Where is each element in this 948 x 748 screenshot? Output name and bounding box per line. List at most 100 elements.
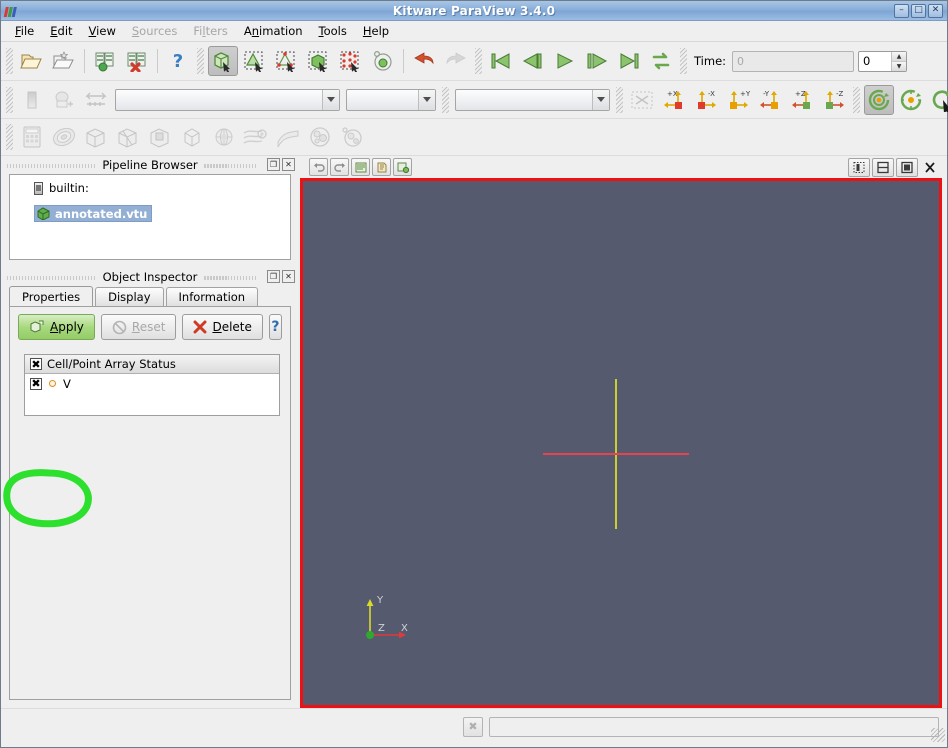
recent-files-button[interactable]	[49, 46, 79, 76]
menu-edit[interactable]: Edit	[42, 22, 80, 40]
select-cells-through-button[interactable]	[304, 46, 334, 76]
connect-server-button[interactable]	[90, 46, 120, 76]
show-center-axes-button[interactable]	[351, 158, 370, 176]
tab-information[interactable]: Information	[166, 287, 259, 306]
disconnect-server-button[interactable]	[122, 46, 152, 76]
resize-grip-icon[interactable]	[931, 728, 945, 742]
menu-help[interactable]: Help	[355, 22, 397, 40]
orientation-y-label: Y	[377, 595, 383, 606]
play-button[interactable]	[550, 46, 580, 76]
camera-plus-y-button[interactable]: +Y	[723, 85, 753, 115]
toolbar-grip[interactable]	[853, 87, 860, 113]
camera-plus-x-button[interactable]: +X	[659, 85, 689, 115]
close-icon[interactable]: ✕	[282, 270, 295, 283]
pipeline-browser-buttons: ❐ ✕	[267, 158, 295, 171]
select-block-button[interactable]	[336, 46, 366, 76]
frame-index-down-button[interactable]: ▼	[892, 62, 906, 71]
chevron-down-icon[interactable]	[418, 90, 435, 110]
rotate-90-ccw-button[interactable]	[864, 85, 894, 115]
close-icon[interactable]: ✕	[282, 158, 295, 171]
properties-help-button[interactable]: ?	[269, 314, 282, 340]
frame-index-steppers[interactable]: ▲ ▼	[891, 52, 906, 71]
color-array-combo[interactable]	[115, 89, 340, 111]
toolbar-grip[interactable]	[197, 48, 204, 74]
pipeline-server-row[interactable]: builtin:	[12, 179, 288, 197]
frame-index-up-button[interactable]: ▲	[892, 52, 906, 62]
close-view-button[interactable]	[920, 158, 939, 176]
stream-tracer-button	[241, 122, 271, 152]
toolbar-grip[interactable]	[475, 48, 482, 74]
first-frame-button[interactable]	[486, 46, 516, 76]
reset-center-button[interactable]	[393, 158, 412, 176]
select-custom-button[interactable]	[368, 46, 398, 76]
camera-minus-x-button[interactable]: -X	[691, 85, 721, 115]
next-frame-button[interactable]	[582, 46, 612, 76]
array-status-header-checkbox[interactable]: ✖	[30, 358, 42, 370]
undo-button[interactable]	[409, 46, 439, 76]
pipeline-source-item[interactable]: annotated.vtu	[34, 205, 152, 222]
tab-display[interactable]: Display	[95, 287, 163, 306]
camera-minus-z-button[interactable]: -Z	[819, 85, 849, 115]
chevron-down-icon[interactable]	[592, 90, 609, 110]
help-button[interactable]: ?	[163, 46, 193, 76]
rotate-90-cw-button[interactable]	[928, 85, 948, 115]
component-combo[interactable]	[346, 89, 436, 111]
orientation-axes-widget[interactable]: Y Z X	[361, 591, 417, 643]
toolbar-grip[interactable]	[442, 87, 449, 113]
toolbar-grip[interactable]	[6, 87, 13, 113]
menu-animation[interactable]: Animation	[236, 22, 311, 40]
previous-frame-button[interactable]	[518, 46, 548, 76]
left-dock-column: Pipeline Browser ❐ ✕ builtin:	[1, 156, 299, 708]
time-input[interactable]: 0	[732, 51, 854, 72]
redo-camera-button[interactable]	[330, 158, 349, 176]
clip-filter-button	[81, 122, 111, 152]
tab-properties[interactable]: Properties	[9, 286, 93, 306]
undock-icon[interactable]: ❐	[267, 158, 280, 171]
threshold-filter-button	[145, 122, 175, 152]
svg-text:+Y: +Y	[740, 90, 751, 98]
delete-button[interactable]: Delete	[182, 314, 262, 340]
representation-combo[interactable]	[455, 89, 610, 111]
menu-file[interactable]: File	[7, 22, 42, 40]
pick-center-button[interactable]	[372, 158, 391, 176]
minimize-button[interactable]: –	[894, 4, 909, 18]
split-horizontal-button[interactable]	[848, 158, 870, 177]
pipeline-browser-tree[interactable]: builtin: annotated.vtu	[9, 174, 291, 260]
chevron-down-icon[interactable]	[322, 90, 339, 110]
frame-index-spinbox[interactable]: 0 ▲ ▼	[858, 51, 907, 72]
camera-plus-z-button[interactable]: +Z	[787, 85, 817, 115]
array-row-checkbox[interactable]: ✖	[30, 378, 42, 390]
loop-button[interactable]	[646, 46, 676, 76]
array-status-row[interactable]: ✖ V	[25, 374, 279, 393]
split-vertical-button[interactable]	[872, 158, 894, 177]
render-view-canvas[interactable]: Y Z X	[303, 181, 939, 705]
maximize-view-button[interactable]	[896, 158, 918, 177]
menu-view-rest: iew	[96, 24, 116, 38]
slice-filter-button	[113, 122, 143, 152]
close-button[interactable]: ✕	[928, 4, 943, 18]
select-cells-surface-button[interactable]	[208, 46, 238, 76]
frame-index-value[interactable]: 0	[859, 52, 891, 71]
toolbar-grip[interactable]	[680, 48, 687, 74]
render-view-frame[interactable]: Y Z X	[300, 178, 942, 708]
menu-tools[interactable]: Tools	[311, 22, 355, 40]
toolbar-grip[interactable]	[6, 124, 13, 150]
camera-minus-y-button[interactable]: -Y	[755, 85, 785, 115]
maximize-button[interactable]: □	[911, 4, 926, 18]
select-points-through-button[interactable]	[272, 46, 302, 76]
apply-button[interactable]: Apply	[18, 314, 95, 340]
toolbar-grip[interactable]	[6, 48, 13, 74]
progress-bar	[489, 717, 939, 737]
array-status-header-row[interactable]: ✖ Cell/Point Array Status	[25, 355, 279, 374]
group-datasets-button	[305, 122, 335, 152]
select-points-surface-button[interactable]	[240, 46, 270, 76]
pipeline-source-row[interactable]: annotated.vtu	[12, 197, 288, 222]
menu-view[interactable]: View	[81, 22, 124, 40]
cell-point-array-status-table[interactable]: ✖ Cell/Point Array Status ✖ V	[24, 354, 280, 416]
undock-icon[interactable]: ❐	[267, 270, 280, 283]
toolbar-grip[interactable]	[616, 87, 623, 113]
rotate-center-button[interactable]	[896, 85, 926, 115]
last-frame-button[interactable]	[614, 46, 644, 76]
open-file-button[interactable]	[17, 46, 47, 76]
undo-camera-button[interactable]	[309, 158, 328, 176]
